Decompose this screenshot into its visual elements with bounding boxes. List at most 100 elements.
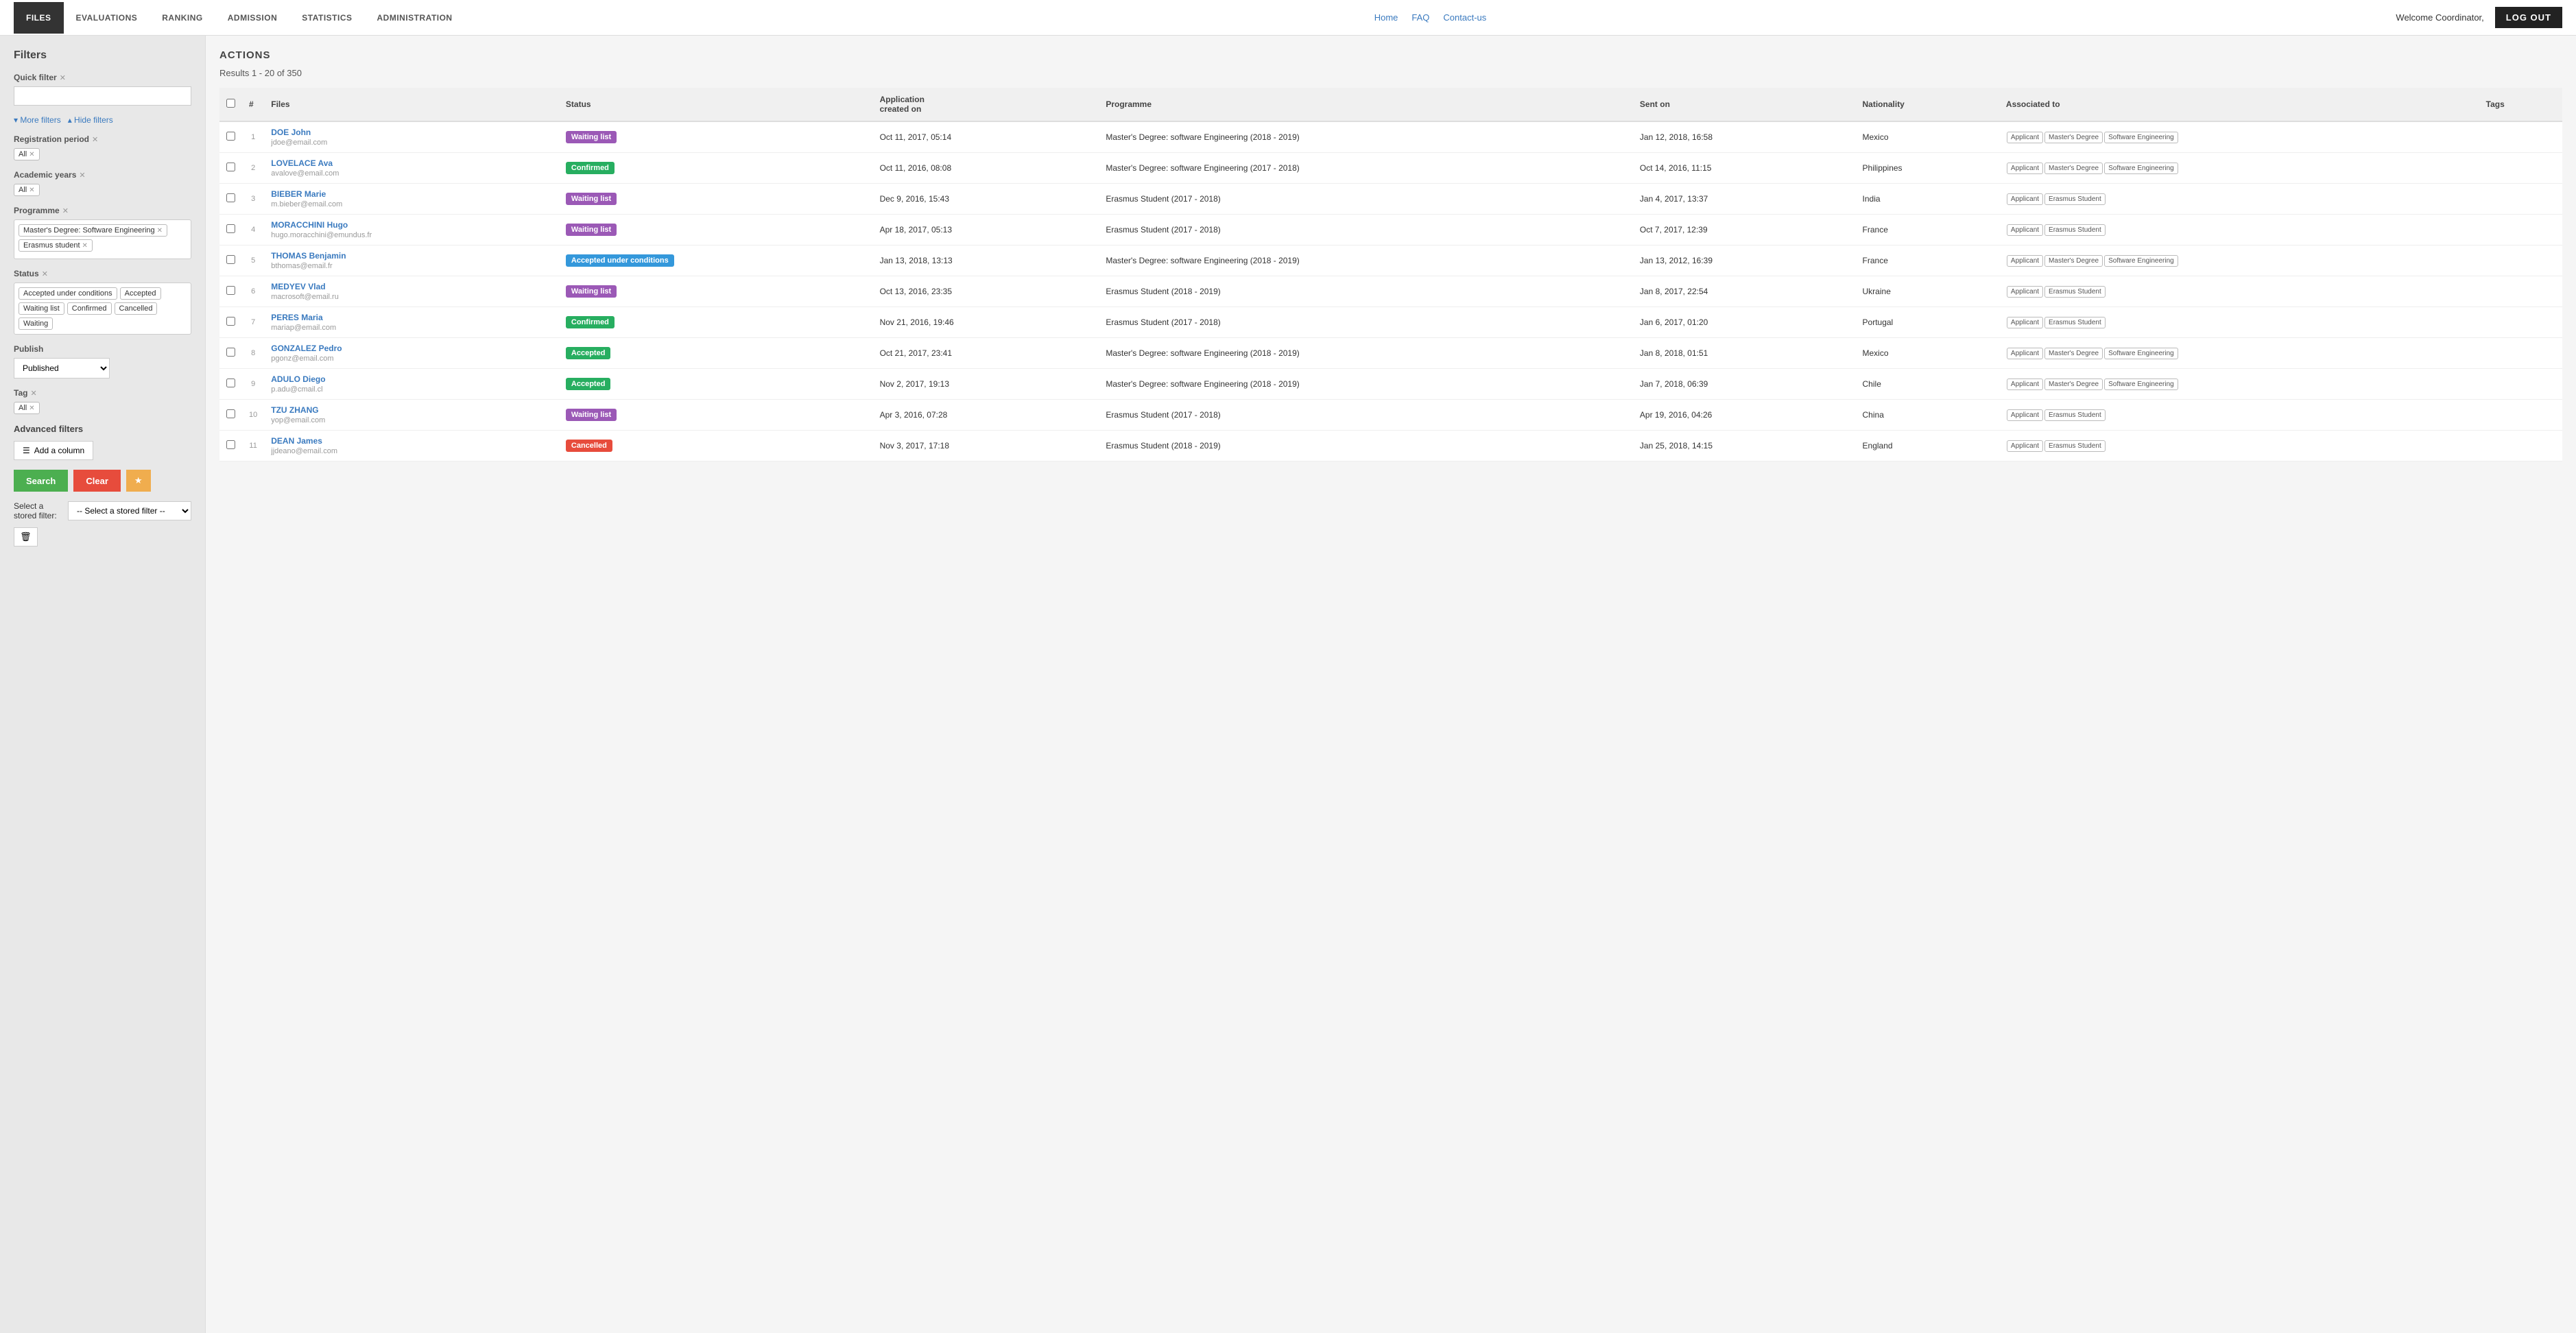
row-num: 9 xyxy=(242,369,264,400)
status-chip-cancelled[interactable]: Cancelled xyxy=(115,302,158,315)
registration-period-tag[interactable]: All ✕ xyxy=(14,148,40,160)
applicant-name-link[interactable]: MORACCHINI Hugo xyxy=(271,220,552,230)
applicant-name-link[interactable]: DEAN James xyxy=(271,436,552,446)
status-chip-waiting-list[interactable]: Waiting list xyxy=(19,302,64,315)
applicant-name-link[interactable]: BIEBER Marie xyxy=(271,189,552,199)
col-programme: Programme xyxy=(1099,88,1633,121)
academic-years-tag[interactable]: All ✕ xyxy=(14,184,40,196)
row-checkbox[interactable] xyxy=(226,409,235,418)
row-tags xyxy=(2479,276,2562,307)
applicant-email: jjdeano@email.com xyxy=(271,447,337,455)
academic-years-tags: All ✕ xyxy=(14,184,191,196)
quick-filter-section: Quick filter ✕ xyxy=(14,73,191,106)
status-clear[interactable]: ✕ xyxy=(42,269,48,278)
applicant-name-link[interactable]: PERES Maria xyxy=(271,313,552,322)
status-chip-waiting[interactable]: Waiting xyxy=(19,317,53,330)
table-row: 9 ADULO Diego p.adu@cmail.cl Accepted No… xyxy=(219,369,2562,400)
row-programme: Master's Degree: software Engineering (2… xyxy=(1099,153,1633,184)
status-chip-confirmed[interactable]: Confirmed xyxy=(67,302,112,315)
row-nationality: France xyxy=(1856,245,1999,276)
applicant-name-link[interactable]: GONZALEZ Pedro xyxy=(271,344,552,353)
row-nationality: Chile xyxy=(1856,369,1999,400)
tag-badge: Applicant xyxy=(2007,224,2043,236)
tag-section: Tag ✕ All ✕ xyxy=(14,388,191,414)
programme-tag-erasmus[interactable]: Erasmus student ✕ xyxy=(19,239,93,252)
contact-link[interactable]: Contact-us xyxy=(1443,12,1486,23)
academic-years-label: Academic years ✕ xyxy=(14,170,191,180)
add-column-button[interactable]: ☰ Add a column xyxy=(14,441,93,460)
hide-filters-link[interactable]: ▴ Hide filters xyxy=(68,115,113,125)
logout-button[interactable]: LOG OUT xyxy=(2495,7,2562,28)
row-programme: Erasmus Student (2017 - 2018) xyxy=(1099,400,1633,431)
row-checkbox[interactable] xyxy=(226,348,235,357)
row-status: Waiting list xyxy=(559,215,873,245)
row-checkbox[interactable] xyxy=(226,224,235,233)
table-header-row: # Files Status Applicationcreated on Pro… xyxy=(219,88,2562,121)
status-chip-accepted[interactable]: Accepted xyxy=(120,287,161,300)
publish-label: Publish xyxy=(14,344,191,354)
status-chip-accepted-cond[interactable]: Accepted under conditions xyxy=(19,287,117,300)
row-checkbox[interactable] xyxy=(226,163,235,171)
star-button[interactable]: ★ xyxy=(126,470,151,492)
row-sent-on: Jan 7, 2018, 06:39 xyxy=(1633,369,1856,400)
quick-filter-input[interactable] xyxy=(14,86,191,106)
tab-ranking[interactable]: RANKING xyxy=(150,2,215,34)
search-button[interactable]: Search xyxy=(14,470,68,492)
applicant-name-link[interactable]: TZU ZHANG xyxy=(271,405,552,415)
nav-right: Welcome Coordinator, LOG OUT xyxy=(2396,7,2562,28)
row-checkbox[interactable] xyxy=(226,286,235,295)
registration-period-clear[interactable]: ✕ xyxy=(92,135,98,144)
faq-link[interactable]: FAQ xyxy=(1411,12,1429,23)
applicant-name-link[interactable]: ADULO Diego xyxy=(271,374,552,384)
row-checkbox-cell xyxy=(219,307,242,338)
home-link[interactable]: Home xyxy=(1374,12,1398,23)
programme-tag-masters[interactable]: Master's Degree: Software Engineering ✕ xyxy=(19,224,167,237)
row-app-created: Jan 13, 2018, 13:13 xyxy=(873,245,1099,276)
row-status: Accepted xyxy=(559,369,873,400)
col-tags: Tags xyxy=(2479,88,2562,121)
quick-filter-clear[interactable]: ✕ xyxy=(60,73,66,82)
row-associated-to: ApplicantErasmus Student xyxy=(1999,431,2479,461)
tag-chip-all[interactable]: All ✕ xyxy=(14,402,40,414)
row-checkbox[interactable] xyxy=(226,379,235,387)
applicant-email: avalove@email.com xyxy=(271,169,339,178)
col-status: Status xyxy=(559,88,873,121)
layout: Filters Quick filter ✕ ▾ More filters ▴ … xyxy=(0,36,2576,1333)
tab-statistics[interactable]: STATISTICS xyxy=(289,2,364,34)
row-app-created: Apr 18, 2017, 05:13 xyxy=(873,215,1099,245)
status-badge: Accepted xyxy=(566,347,611,359)
tab-files[interactable]: FILES xyxy=(14,2,64,34)
more-filters-link[interactable]: ▾ More filters xyxy=(14,115,61,125)
publish-select[interactable]: Published All Not published xyxy=(14,358,110,379)
row-checkbox[interactable] xyxy=(226,255,235,264)
row-programme: Erasmus Student (2017 - 2018) xyxy=(1099,184,1633,215)
tab-administration[interactable]: ADMINISTRATION xyxy=(365,2,465,34)
clear-button[interactable]: Clear xyxy=(73,470,121,492)
row-checkbox[interactable] xyxy=(226,440,235,449)
trash-button[interactable]: 🗑 xyxy=(14,527,38,547)
tag-badge: Software Engineering xyxy=(2104,255,2178,267)
row-nationality: Mexico xyxy=(1856,338,1999,369)
table-row: 6 MEDYEV Vlad macrosoft@email.ru Waiting… xyxy=(219,276,2562,307)
academic-years-clear[interactable]: ✕ xyxy=(79,171,85,180)
row-programme: Erasmus Student (2018 - 2019) xyxy=(1099,431,1633,461)
row-checkbox[interactable] xyxy=(226,132,235,141)
tag-badge: Applicant xyxy=(2007,317,2043,328)
applicant-name-link[interactable]: DOE John xyxy=(271,128,552,137)
tab-evaluations[interactable]: EVALUATIONS xyxy=(64,2,150,34)
row-checkbox[interactable] xyxy=(226,193,235,202)
main-content: ACTIONS Results 1 - 20 of 350 # Files St… xyxy=(206,36,2576,1333)
row-tags xyxy=(2479,184,2562,215)
table-row: 4 MORACCHINI Hugo hugo.moracchini@emundu… xyxy=(219,215,2562,245)
applicant-name-link[interactable]: LOVELACE Ava xyxy=(271,158,552,168)
programme-clear[interactable]: ✕ xyxy=(62,206,69,215)
tab-admission[interactable]: ADMISSION xyxy=(215,2,290,34)
table-row: 10 TZU ZHANG yop@email.com Waiting list … xyxy=(219,400,2562,431)
row-checkbox[interactable] xyxy=(226,317,235,326)
tag-clear[interactable]: ✕ xyxy=(30,389,36,398)
stored-filter-select[interactable]: -- Select a stored filter -- xyxy=(68,501,191,520)
applicant-name-link[interactable]: MEDYEV Vlad xyxy=(271,282,552,291)
applicant-name-link[interactable]: THOMAS Benjamin xyxy=(271,251,552,261)
select-all-checkbox[interactable] xyxy=(226,99,235,108)
row-files: GONZALEZ Pedro pgonz@email.com xyxy=(264,338,559,369)
